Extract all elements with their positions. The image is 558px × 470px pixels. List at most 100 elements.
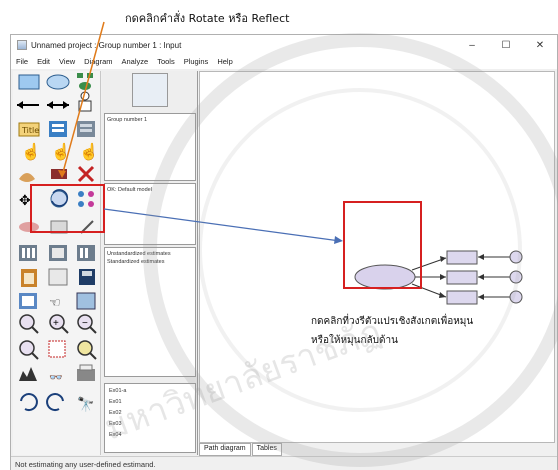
draw-path-icon[interactable] — [17, 101, 39, 109]
menu-analyze[interactable]: Analyze — [117, 55, 153, 69]
latent-ellipse[interactable] — [354, 264, 416, 290]
path-arrow-1 — [411, 256, 447, 271]
specification-search-icon[interactable]: 🔭 — [77, 396, 94, 413]
redo-icon[interactable] — [46, 393, 64, 412]
menu-diagram[interactable]: Diagram — [79, 55, 116, 69]
zoom-in-icon[interactable]: + — [49, 314, 69, 334]
variable-item[interactable]: Ex02 — [109, 408, 191, 419]
standardized-option[interactable]: Standardized estimates — [107, 258, 193, 266]
magnifier-icon[interactable] — [77, 340, 97, 360]
observed-box-2[interactable] — [446, 270, 478, 285]
menu-edit[interactable]: Edit — [32, 55, 54, 69]
model-list[interactable]: OK: Default model — [104, 183, 196, 245]
error-circle-3[interactable] — [509, 290, 523, 304]
zoom-out-icon[interactable]: − — [77, 314, 97, 334]
path-arrow-2 — [415, 274, 446, 280]
unstandardized-option[interactable]: Unstandardized estimates — [107, 250, 193, 258]
error-arrow-3 — [478, 294, 510, 300]
unique-variable-icon[interactable] — [78, 91, 92, 112]
group-label[interactable]: Group number 1 — [107, 117, 147, 123]
print-icon[interactable] — [77, 364, 95, 381]
menu-view[interactable]: View — [54, 55, 79, 69]
clipboard-icon[interactable] — [21, 269, 37, 287]
path-diagram-thumbnail[interactable] — [132, 73, 168, 107]
status-bar: Not estimating any user-defined estimand… — [11, 456, 557, 470]
variable-item[interactable]: Ex03 — [109, 419, 191, 430]
estimates-panel[interactable]: Unstandardized estimates Standardized es… — [104, 247, 196, 377]
maximize-button[interactable]: ☐ — [489, 40, 523, 51]
menu-plugins[interactable]: Plugins — [179, 55, 213, 69]
draw-indicator-icon[interactable] — [77, 73, 93, 90]
annotation-top: กดคลิกคำสั่ง Rotate หรือ Reflect — [125, 12, 290, 25]
move-parameter-icon[interactable] — [19, 222, 39, 232]
list-variables-icon[interactable] — [49, 121, 67, 137]
tab-tables[interactable]: Tables — [251, 443, 282, 456]
observed-box-1[interactable] — [446, 250, 478, 265]
zoom-in-area-icon[interactable] — [19, 314, 39, 334]
select-all-icon[interactable]: ☝ — [51, 142, 71, 161]
resize-icon[interactable]: ✥ — [19, 192, 31, 208]
duplicate-icon[interactable] — [19, 173, 35, 182]
analysis-properties-icon[interactable] — [49, 245, 67, 261]
list-dataset-icon[interactable] — [77, 121, 95, 137]
menu-bar: File Edit View Diagram Analyze Tools Plu… — [11, 55, 557, 69]
draw-unobserved-icon[interactable] — [46, 74, 70, 90]
svg-text:☝: ☝ — [79, 142, 99, 161]
error-circle-2[interactable] — [509, 270, 523, 284]
object-properties-icon[interactable] — [19, 293, 37, 309]
reflect-icon[interactable] — [78, 191, 94, 207]
scroll-icon[interactable] — [50, 220, 68, 234]
minimize-button[interactable]: – — [455, 40, 489, 51]
model-label[interactable]: OK: Default model — [107, 187, 152, 193]
tab-path-diagram[interactable]: Path diagram — [199, 443, 251, 456]
svg-text:+: + — [53, 318, 59, 329]
error-circle-1[interactable] — [509, 250, 523, 264]
bayesian-icon[interactable] — [19, 367, 37, 381]
erase-icon[interactable] — [77, 165, 95, 183]
svg-text:☜: ☜ — [49, 295, 61, 310]
svg-text:👓: 👓 — [49, 372, 63, 384]
path-diagram-canvas[interactable] — [199, 71, 555, 443]
data-files-icon[interactable] — [19, 245, 37, 261]
preserve-symmetries-icon[interactable] — [76, 292, 96, 310]
window-title: Unnamed project : Group number 1 : Input — [31, 40, 182, 50]
group-panel[interactable]: Group number 1 — [104, 113, 196, 181]
observed-box-3[interactable] — [446, 290, 478, 305]
rotate-icon[interactable] — [50, 189, 69, 208]
window-controls: – ☐ ✕ — [455, 40, 557, 51]
svg-text:✥: ✥ — [19, 192, 31, 208]
draw-observed-icon[interactable] — [18, 74, 40, 90]
fit-to-page-icon[interactable] — [48, 340, 66, 358]
touch-up-icon[interactable] — [80, 220, 94, 234]
svg-text:🔭: 🔭 — [77, 396, 94, 413]
title-bar: Unnamed project : Group number 1 : Input… — [11, 35, 557, 55]
variable-item[interactable]: Ex01-a — [109, 386, 191, 397]
undo-icon[interactable] — [20, 393, 38, 412]
svg-text:Title: Title — [21, 126, 39, 135]
deselect-all-icon[interactable]: ☝ — [79, 142, 99, 161]
svg-text:−: − — [82, 318, 88, 329]
menu-tools[interactable]: Tools — [152, 55, 179, 69]
calculate-estimates-icon[interactable] — [77, 245, 95, 261]
diagram — [354, 250, 523, 305]
drag-properties-icon[interactable]: ☜ — [49, 295, 61, 310]
variable-item[interactable]: Ex04 — [109, 430, 191, 441]
menu-file[interactable]: File — [11, 55, 32, 69]
variable-item[interactable]: Ex01 — [109, 397, 191, 408]
toolbox-icons: Title ☝ ☝ ☝ ✥ ☜ + − 👓 🔭 — [17, 73, 99, 413]
annotation-right-line-2: หรือให้หมุนกลับด้าน — [311, 335, 398, 346]
error-arrow-2 — [478, 274, 510, 280]
multiple-group-icon[interactable]: 👓 — [49, 372, 63, 384]
page-view-icon[interactable] — [19, 340, 39, 360]
error-arrow-1 — [478, 254, 510, 260]
select-one-icon[interactable]: ☝ — [21, 142, 41, 161]
save-icon[interactable] — [79, 269, 95, 285]
close-button[interactable]: ✕ — [523, 40, 557, 51]
text-output-icon[interactable] — [48, 268, 68, 286]
move-icon[interactable] — [51, 169, 67, 179]
variable-list[interactable]: Ex01-a Ex01 Ex02 Ex03 Ex04 — [104, 383, 196, 453]
draw-covariance-icon[interactable] — [47, 101, 69, 109]
svg-text:☝: ☝ — [21, 142, 41, 161]
figure-caption-icon[interactable]: Title — [18, 122, 40, 137]
menu-help[interactable]: Help — [212, 55, 236, 69]
